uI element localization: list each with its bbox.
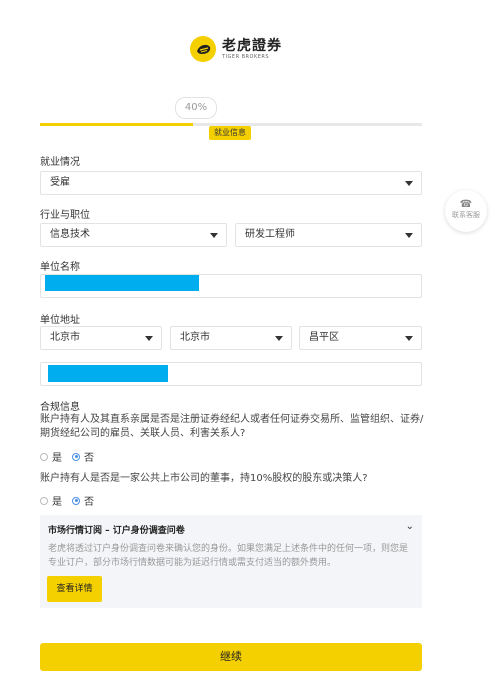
redacted-street-address <box>48 365 168 382</box>
phone-icon: ☎ <box>459 199 473 210</box>
compliance-title: 合规信息 <box>40 402 80 413</box>
company-address-label: 单位地址 <box>40 315 80 326</box>
industry-select[interactable]: 信息技术 <box>40 223 227 247</box>
q1-yes-label: 是 <box>52 453 62 464</box>
customer-service-button[interactable]: ☎ 联系客服 <box>445 190 487 232</box>
chevron-down-icon[interactable]: ⌄ <box>406 521 414 532</box>
city-value: 北京市 <box>180 332 210 343</box>
position-select[interactable]: 研发工程师 <box>235 223 422 247</box>
employment-value: 受雇 <box>50 177 70 188</box>
company-name-label: 单位名称 <box>40 262 80 273</box>
q2-yes-radio[interactable] <box>40 496 48 505</box>
market-panel-title: 市场行情订阅 – 订户身份调查问卷 <box>48 526 185 536</box>
chevron-down-icon <box>275 336 283 341</box>
chevron-down-icon <box>405 181 413 186</box>
progress-fill <box>40 123 193 126</box>
view-details-button[interactable]: 查看详情 <box>47 576 102 602</box>
market-data-panel: 市场行情订阅 – 订户身份调查问卷 ⌄ 老虎将透过订户身份调查问卷来确认您的身份… <box>40 515 422 608</box>
city-select[interactable]: 北京市 <box>170 326 292 350</box>
brand-name-cn: 老虎證券 <box>222 37 282 54</box>
district-select[interactable]: 昌平区 <box>299 326 422 350</box>
q2-no-radio[interactable] <box>72 496 80 505</box>
industry-value: 信息技术 <box>50 229 90 240</box>
employment-select[interactable]: 受雇 <box>40 171 422 195</box>
redacted-company-name <box>45 275 199 291</box>
q1-no-label: 否 <box>84 453 94 464</box>
employment-label: 就业情况 <box>40 157 80 168</box>
q2-no-label: 否 <box>84 497 94 508</box>
q2-yes-label: 是 <box>52 497 62 508</box>
company-name-input[interactable] <box>40 274 422 298</box>
industry-label: 行业与职位 <box>40 210 90 221</box>
progress-percent: 40% <box>175 97 217 119</box>
district-value: 昌平区 <box>309 332 339 343</box>
q1-yes-radio[interactable] <box>40 452 48 461</box>
continue-button[interactable]: 继续 <box>40 643 422 671</box>
brand-logo: 老虎證券 TIGER BROKERS <box>190 36 282 62</box>
compliance-q1-options: 是 否 <box>40 449 104 464</box>
compliance-q2-options: 是 否 <box>40 493 104 508</box>
position-value: 研发工程师 <box>245 229 295 240</box>
tiger-logo-icon <box>190 36 216 62</box>
chevron-down-icon <box>405 233 413 238</box>
customer-service-label: 联系客服 <box>452 211 480 219</box>
chevron-down-icon <box>210 233 218 238</box>
market-panel-description: 老虎将透过订户身份调查问卷来确认您的身份。如果您满足上述条件中的任何一项，则您是… <box>48 544 409 568</box>
chevron-down-icon <box>405 336 413 341</box>
progress-step-label: 就业信息 <box>209 126 251 140</box>
compliance-question-2: 账户持有人是否是一家公共上市公司的董事，持10%股权的股东或决策人? <box>40 473 368 484</box>
province-value: 北京市 <box>50 332 80 343</box>
q1-no-radio[interactable] <box>72 452 80 461</box>
brand-name-en: TIGER BROKERS <box>222 53 270 60</box>
province-select[interactable]: 北京市 <box>40 326 162 350</box>
compliance-question-1: 账户持有人及其直系亲属是否是注册证券经纪人或者任何证券交易所、监管组织、证券/期… <box>40 414 424 439</box>
street-address-input[interactable] <box>40 362 422 386</box>
chevron-down-icon <box>145 336 153 341</box>
